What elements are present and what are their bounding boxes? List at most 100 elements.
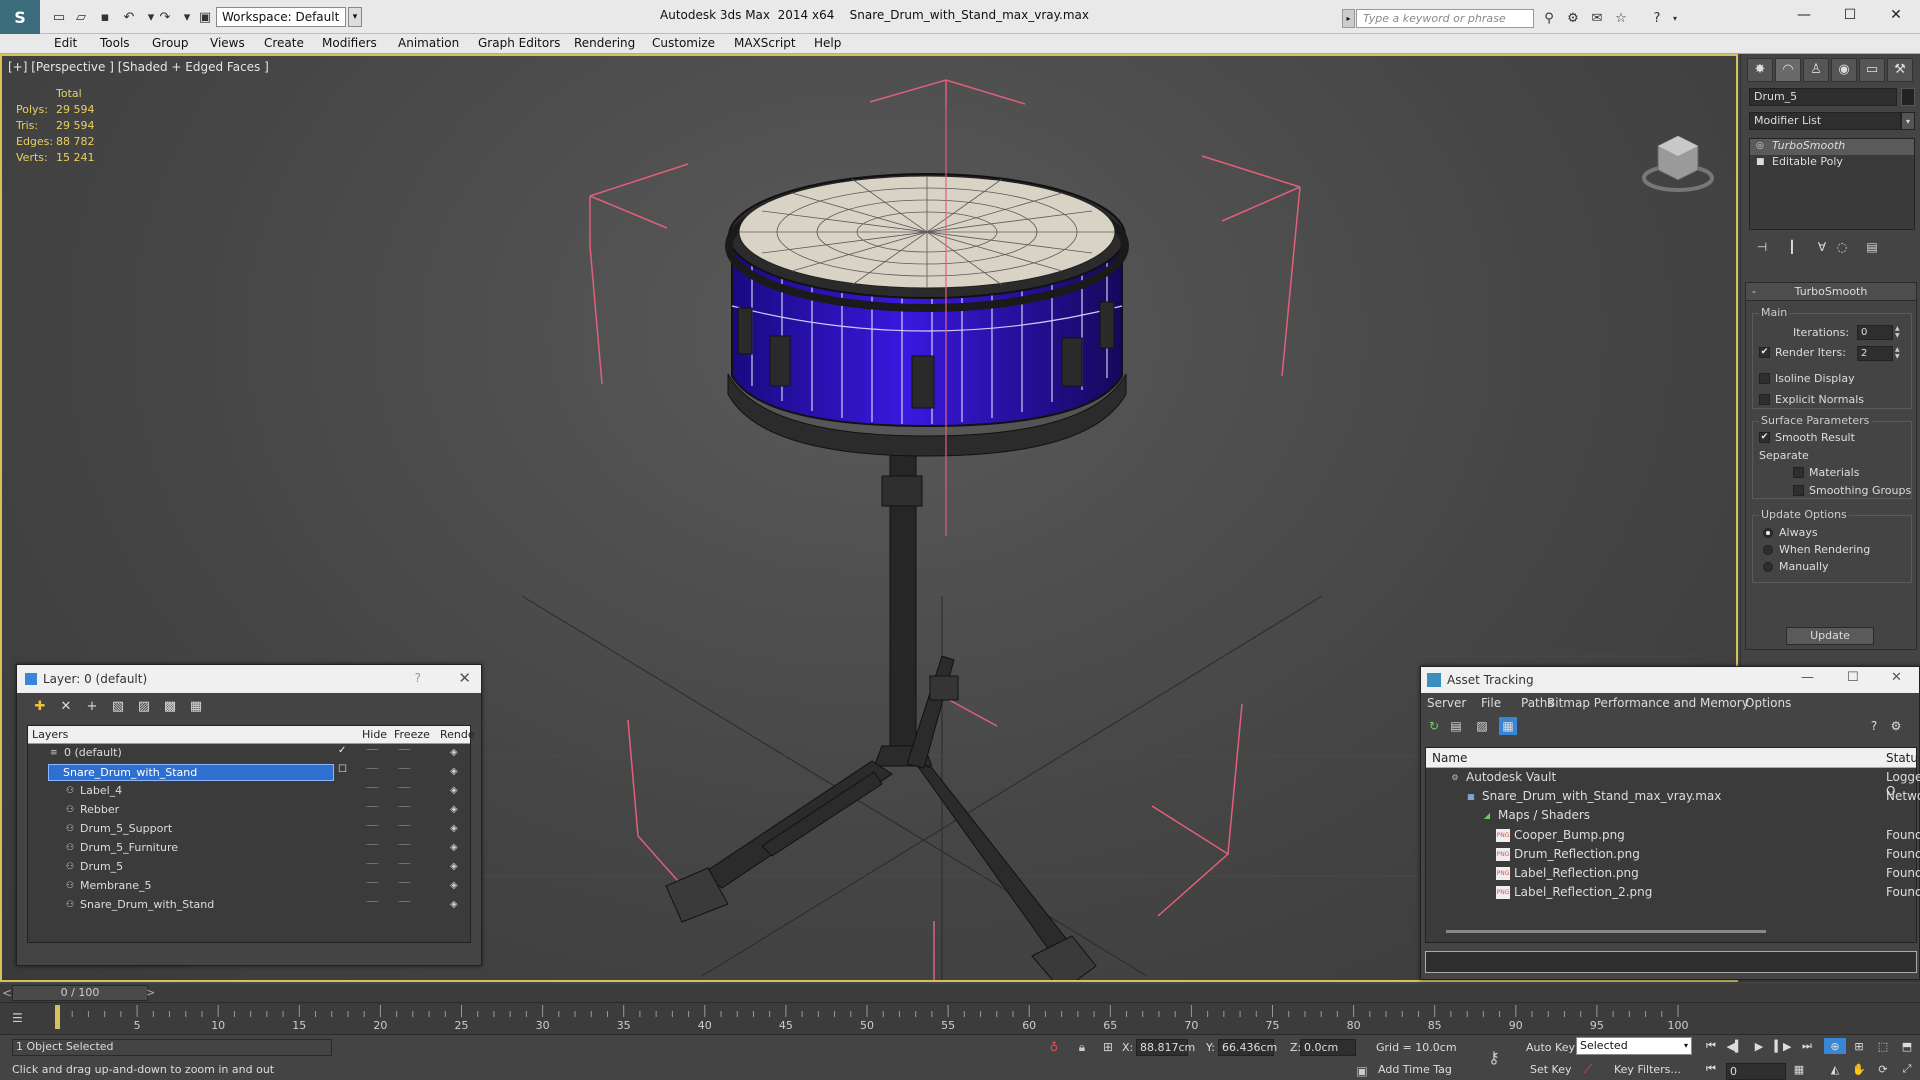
zoom-icon[interactable]: ⊕ xyxy=(1824,1038,1846,1054)
menu-item-server[interactable]: Server xyxy=(1427,696,1466,710)
layer-row[interactable]: ⚇ Drum_5 ┈┈ ┈┈ ◈ xyxy=(28,858,470,877)
subscription-icon[interactable]: ⚙ xyxy=(1564,9,1582,27)
key-filters-button[interactable]: Key Filters... xyxy=(1614,1063,1681,1076)
hide-toggle-icon[interactable]: ┈┈ xyxy=(366,802,378,813)
track-bar[interactable]: ☰ 5 10 15 20 25 30 35 40 45 50 55 60 65 70 75 80 85 90 95 1… xyxy=(0,1002,1920,1034)
display-tab-icon[interactable]: ▭ xyxy=(1859,58,1885,82)
layer-name[interactable]: Snare_Drum_with_Stand xyxy=(48,764,334,781)
render-toggle-icon[interactable]: ◈ xyxy=(450,842,458,853)
hide-toggle-icon[interactable]: ┈┈ xyxy=(366,783,378,794)
render-toggle-icon[interactable]: ◈ xyxy=(450,785,458,796)
stack-item-turbosmooth[interactable]: ◎ TurboSmooth xyxy=(1750,139,1914,155)
menu-item-edit[interactable]: Edit xyxy=(54,36,77,50)
goto-end-icon[interactable]: ⏭ xyxy=(1796,1038,1818,1054)
layer-row[interactable]: ⚇ Snare_Drum_with_Stand ┈┈ ┈┈ ◈ xyxy=(28,896,470,915)
asset-row[interactable]: ◢ Maps / Shaders xyxy=(1426,806,1916,825)
redo-icon[interactable]: ↷ xyxy=(156,8,174,26)
freeze-toggle-icon[interactable]: ┈┈ xyxy=(398,802,410,813)
minimize-button[interactable]: — xyxy=(1784,4,1824,26)
asset-row[interactable]: PNG Drum_Reflection.png Found xyxy=(1426,845,1920,864)
asset-row[interactable]: PNG Label_Reflection_2.png Found xyxy=(1426,883,1920,902)
layer-row[interactable]: ⚇ Membrane_5 ┈┈ ┈┈ ◈ xyxy=(28,877,470,896)
add-to-layer-icon[interactable]: + xyxy=(83,697,101,715)
menu-item-help[interactable]: Help xyxy=(814,36,841,50)
remove-modifier-icon[interactable]: ◌ xyxy=(1833,238,1851,256)
help-icon[interactable]: ? xyxy=(415,671,421,685)
render-toggle-icon[interactable]: ◈ xyxy=(450,747,458,758)
asset-row[interactable]: PNG Label_Reflection.png Found xyxy=(1426,864,1920,883)
smooth-result-checkbox[interactable]: ✔ xyxy=(1759,432,1770,443)
app-logo-icon[interactable]: S xyxy=(0,0,40,34)
hide-toggle-icon[interactable]: ┈┈ xyxy=(366,859,378,870)
hide-toggle-icon[interactable]: ┈┈ xyxy=(366,745,378,756)
current-frame-field[interactable]: 0 xyxy=(1726,1063,1786,1080)
rollout-header[interactable]: - TurboSmooth xyxy=(1746,283,1916,301)
close-window-button[interactable]: ✕ xyxy=(1876,4,1916,26)
freeze-toggle-icon[interactable]: ┈┈ xyxy=(398,897,410,908)
iterations-spinner[interactable]: 0 xyxy=(1857,325,1893,340)
render-toggle-icon[interactable]: ◈ xyxy=(450,804,458,815)
create-layer-icon[interactable]: ✚ xyxy=(31,697,49,715)
auto-key-button[interactable]: Auto Key xyxy=(1526,1041,1575,1054)
hide-toggle-icon[interactable]: ┈┈ xyxy=(366,764,378,775)
favorites-star-icon[interactable]: ☆ xyxy=(1612,9,1630,27)
make-unique-icon[interactable]: ∀ xyxy=(1813,238,1831,256)
settings-icon[interactable]: ⚙ xyxy=(1887,717,1905,735)
freeze-toggle-icon[interactable]: ┈┈ xyxy=(398,859,410,870)
layer-row[interactable]: ⚇ Label_4 ┈┈ ┈┈ ◈ xyxy=(28,782,470,801)
asset-path-field[interactable] xyxy=(1425,951,1917,973)
freeze-column-header[interactable]: Freeze xyxy=(394,728,430,741)
render-toggle-icon[interactable]: ◈ xyxy=(450,861,458,872)
freeze-toggle-icon[interactable]: ┈┈ xyxy=(398,878,410,889)
zoom-extents-icon[interactable]: ⬚ xyxy=(1872,1038,1894,1054)
menu-item-file[interactable]: File xyxy=(1481,696,1501,710)
menu-item-customize[interactable]: Customize xyxy=(652,36,715,50)
maximize-viewport-icon[interactable]: ⤢ xyxy=(1896,1061,1918,1077)
open-file-icon[interactable]: ▱ xyxy=(72,8,90,26)
next-frame-icon[interactable]: > xyxy=(146,986,155,999)
delete-layer-icon[interactable]: ✕ xyxy=(57,697,75,715)
utilities-tab-icon[interactable]: ⚒ xyxy=(1887,58,1913,82)
new-file-icon[interactable]: ▭ xyxy=(50,8,68,26)
highlight-layer-icon[interactable]: ▨ xyxy=(135,697,153,715)
freeze-toggle-icon[interactable]: ┈┈ xyxy=(398,764,410,775)
hide-toggle-icon[interactable]: ┈┈ xyxy=(366,821,378,832)
freeze-all-icon[interactable]: ▦ xyxy=(187,697,205,715)
render-column-header[interactable]: Rende xyxy=(440,728,475,741)
previous-frame-icon[interactable]: ◀▍ xyxy=(1724,1038,1746,1054)
lightbulb-icon[interactable]: ◎ xyxy=(1756,141,1766,151)
set-key-button[interactable]: Set Key xyxy=(1530,1063,1572,1076)
set-active-icon[interactable]: ☐ xyxy=(338,764,347,775)
render-toggle-icon[interactable]: ◈ xyxy=(450,899,458,910)
layer-row[interactable]: ⚇ Drum_5_Support ┈┈ ┈┈ ◈ xyxy=(28,820,470,839)
render-toggle-icon[interactable]: ◈ xyxy=(450,823,458,834)
create-tab-icon[interactable]: ✸ xyxy=(1747,58,1773,82)
help-icon[interactable]: ? xyxy=(1648,9,1666,27)
time-slider-handle[interactable]: 0 / 100 xyxy=(12,985,148,1001)
list-view-icon[interactable]: ▤ xyxy=(1447,717,1465,735)
asset-row[interactable]: ⚙Autodesk VaultLogged O xyxy=(1426,768,1920,798)
zoom-all-icon[interactable]: ⊞ xyxy=(1848,1038,1870,1054)
binoculars-icon[interactable]: ⚲ xyxy=(1540,9,1558,27)
search-input[interactable]: Type a keyword or phrase xyxy=(1356,9,1534,28)
render-toggle-icon[interactable]: ◈ xyxy=(450,766,458,777)
maximize-button[interactable]: ☐ xyxy=(1830,4,1870,26)
layer-name[interactable]: Rebber xyxy=(78,802,119,819)
horizontal-scrollbar[interactable] xyxy=(1446,930,1766,933)
asset-row[interactable]: ▦ Snare_Drum_with_Stand_max_vray.max Netwo… xyxy=(1426,787,1920,806)
hide-toggle-icon[interactable]: ┈┈ xyxy=(366,878,378,889)
chevron-down-icon[interactable]: ▾ xyxy=(1901,112,1915,130)
frame-cursor[interactable] xyxy=(55,1005,60,1029)
spinner-arrows-icon[interactable]: ▲ ▼ xyxy=(1895,325,1903,340)
materials-checkbox[interactable] xyxy=(1793,467,1804,478)
close-icon[interactable]: ✕ xyxy=(1891,670,1902,685)
menu-item-create[interactable]: Create xyxy=(264,36,304,50)
menu-item-group[interactable]: Group xyxy=(152,36,189,50)
layer-row[interactable]: ≡Snare_Drum_with_Stand☐┈┈┈┈◈ xyxy=(28,763,470,782)
show-end-result-icon[interactable]: ┃ xyxy=(1783,238,1801,256)
goto-start-icon[interactable]: ⏮ xyxy=(1700,1038,1722,1054)
manually-radio[interactable] xyxy=(1763,562,1773,572)
close-icon[interactable]: ✕ xyxy=(458,669,471,687)
menu-item-animation[interactable]: Animation xyxy=(398,36,459,50)
pin-stack-icon[interactable]: ⊣ xyxy=(1753,238,1771,256)
